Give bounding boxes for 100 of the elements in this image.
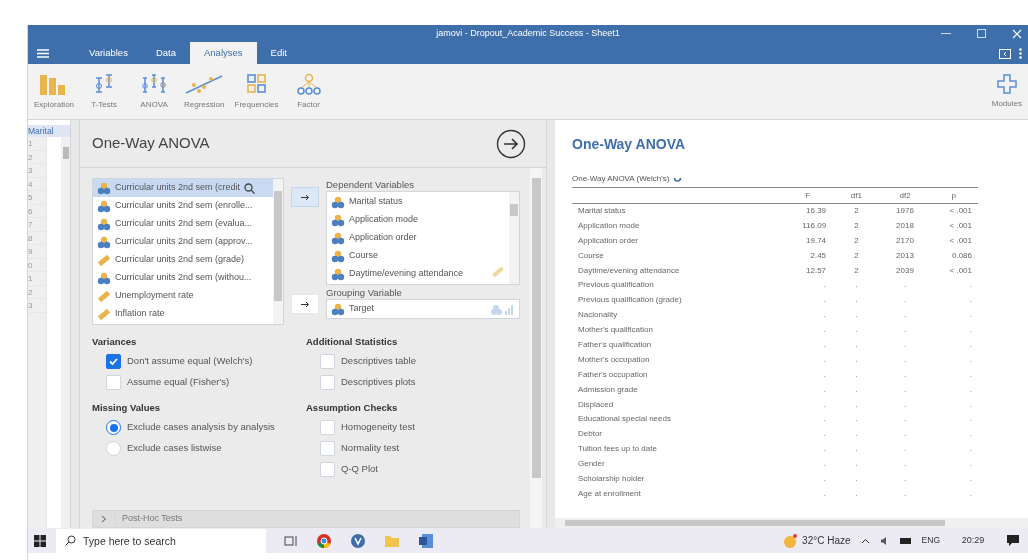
table-cell-text: .: [822, 413, 828, 426]
app-icon[interactable]: [350, 532, 366, 549]
table-cell-text: .: [854, 428, 859, 441]
variable-item[interactable]: Curricular units 2nd sem (grade): [93, 251, 273, 269]
menu-icon[interactable]: [37, 49, 49, 58]
chevron-up-icon[interactable]: [860, 537, 870, 544]
variable-item[interactable]: Curricular units 2nd sem (approv...: [93, 233, 273, 251]
maximize-icon[interactable]: [977, 29, 986, 38]
table-cell-text: .: [822, 353, 828, 366]
column-header: df2: [880, 187, 930, 204]
modules-button[interactable]: Modules: [987, 64, 1026, 119]
checkbox[interactable]: [106, 354, 121, 369]
table-cell-text: < .001: [948, 234, 973, 247]
option-label: Assume equal (Fisher's): [127, 375, 230, 390]
variable-item[interactable]: Application order: [349, 231, 417, 245]
option-label: Homogeneity test: [341, 420, 415, 435]
arrow-right-icon[interactable]: [496, 128, 526, 159]
tab[interactable]: Analyses: [190, 42, 257, 64]
nominal-variable-icon: [97, 217, 111, 231]
row-label: Nacionality: [577, 309, 619, 322]
task-view-icon[interactable]: [284, 534, 298, 547]
row-label: Educational special needs: [577, 413, 672, 426]
variable-item[interactable]: Curricular units 2nd sem (evalua...: [93, 215, 273, 233]
move-right-button[interactable]: [291, 187, 319, 207]
option-label: Q-Q Plot: [341, 462, 378, 477]
close-icon[interactable]: [1012, 28, 1022, 39]
table-cell-text: .: [854, 487, 859, 500]
variable-types-icon: [491, 303, 515, 315]
variable-item[interactable]: Curricular units 2nd sem (withou...: [93, 269, 273, 287]
toolbar-button[interactable]: Regression: [180, 64, 229, 119]
table-cell-text: .: [968, 279, 973, 292]
move-right-button[interactable]: [291, 294, 319, 314]
language-indicator[interactable]: ENG: [921, 534, 940, 547]
row-label: Admission grade: [577, 383, 639, 396]
option-label: Normality test: [341, 441, 400, 456]
toolbar-button[interactable]: Factor: [284, 64, 333, 119]
variable-item[interactable]: Course: [349, 249, 378, 263]
more-icon[interactable]: [1019, 48, 1022, 59]
notification-icon[interactable]: [1006, 534, 1020, 547]
row-label: Course: [577, 249, 605, 262]
chevron-right-icon: [101, 515, 107, 523]
document-icon[interactable]: [418, 532, 434, 549]
dependent-variables-list[interactable]: Marital status Application mode Application order Course Daytime/evening attendance: [326, 191, 520, 285]
scrollbar[interactable]: [509, 192, 519, 284]
table-cell-text: .: [902, 309, 908, 322]
search-field[interactable]: Type here to search: [56, 528, 266, 554]
variable-item[interactable]: Unemployment rate: [93, 287, 273, 305]
table-cell-text: .: [822, 487, 828, 500]
table-cell-text: .: [902, 368, 908, 381]
toolbar-button[interactable]: ANOVA: [130, 64, 179, 119]
row-label: Scholarship holder: [577, 472, 646, 485]
panel-toggle-icon[interactable]: [999, 48, 1011, 59]
row-label: Previous qualification: [577, 279, 655, 292]
table-cell-text: .: [854, 279, 859, 292]
toolbar-button[interactable]: Frequencies: [230, 64, 283, 119]
table-cell-text: .: [902, 279, 908, 292]
clock[interactable]: 20:29: [950, 533, 996, 548]
variable-item[interactable]: Inflation rate: [93, 305, 273, 323]
section-heading: Missing Values: [92, 401, 162, 415]
row-label: Displaced: [577, 398, 615, 411]
tab[interactable]: Data: [141, 42, 190, 64]
browser-icon[interactable]: [316, 532, 332, 549]
variable-item[interactable]: Application mode: [349, 213, 419, 227]
weather-text[interactable]: 32°C Haze: [802, 533, 851, 548]
variable-item[interactable]: Daytime/evening attendance: [349, 267, 464, 281]
row-label: Mother's qualification: [577, 324, 654, 337]
nominal-variable-icon: [331, 195, 345, 209]
table-cell: < .001: [929, 203, 978, 219]
minimize-icon[interactable]: [941, 32, 951, 35]
scrollbar[interactable]: [61, 137, 70, 528]
tab[interactable]: Edit: [256, 42, 301, 64]
scrollbar[interactable]: [273, 179, 283, 324]
table-cell-text: .: [822, 398, 828, 411]
table-cell-text: .: [968, 443, 973, 456]
battery-icon[interactable]: [899, 537, 912, 544]
toolbar-button[interactable]: Exploration: [30, 64, 79, 119]
nominal-variable-icon: [97, 181, 111, 195]
table-cell-text: .: [822, 383, 828, 396]
variable-item[interactable]: Curricular units 2nd sem (credit: [93, 179, 273, 197]
table-cell-text: .: [902, 353, 908, 366]
scrollbar[interactable]: [530, 168, 542, 528]
collapsible-section[interactable]: Post-Hoc Tests: [92, 510, 520, 528]
table-cell-text: .: [854, 368, 859, 381]
row-label: Daytime/evening attendance: [577, 264, 681, 277]
table-cell-text: .: [854, 324, 859, 337]
variable-item[interactable]: Curricular units 2nd sem (enrolle...: [93, 197, 273, 215]
table-cell-text: .: [854, 338, 859, 351]
grouping-variable-field[interactable]: Target: [326, 299, 520, 319]
windows-icon[interactable]: [34, 534, 46, 547]
toolbar-button[interactable]: T-Tests: [80, 64, 129, 119]
tab[interactable]: Variables: [75, 42, 142, 64]
search-icon[interactable]: [244, 182, 256, 194]
scrollbar[interactable]: [555, 518, 1028, 528]
ruler-icon: [491, 266, 505, 278]
variable-item[interactable]: Marital status: [349, 195, 403, 209]
nominal-variable-icon: [331, 249, 345, 263]
radio-button[interactable]: [106, 420, 121, 435]
column-header[interactable]: Marital: [28, 125, 70, 137]
ruler-icon: [97, 253, 111, 267]
variable-list[interactable]: [92, 178, 284, 325]
